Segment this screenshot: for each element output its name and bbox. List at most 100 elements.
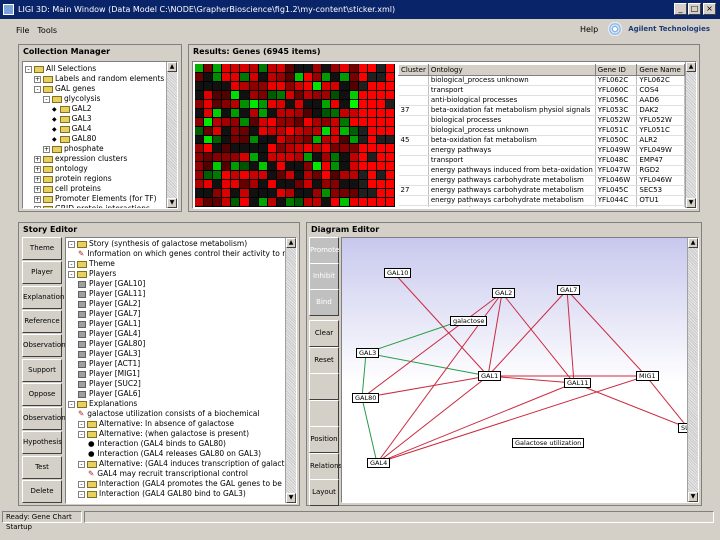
expand-toggle-icon[interactable]: - (78, 430, 85, 438)
collection-tree-item[interactable]: ◆ GAL2 (25, 104, 165, 114)
expand-toggle-icon[interactable]: - (78, 480, 85, 488)
story-tree-item[interactable]: Player [ACT1] (68, 359, 284, 369)
story-tree-item[interactable]: - Theme (68, 259, 284, 269)
story-tree-item[interactable]: - Alternative: (when galactose is present… (68, 429, 284, 439)
expression-heatmap[interactable] (195, 64, 395, 207)
table-row[interactable]: energy pathways induced from beta-oxidat… (398, 165, 685, 176)
diagram-button-relationship[interactable]: Relationship (309, 452, 353, 480)
diagram-edge[interactable] (376, 375, 647, 464)
diagram-node-gal80[interactable]: GAL80 (352, 393, 380, 403)
expand-toggle-icon[interactable]: + (34, 175, 41, 183)
diagram-node-gal[interactable]: Galactose utilization (512, 438, 585, 448)
story-button-test[interactable]: Test (22, 455, 62, 479)
story-tree-item[interactable]: Player [GAL1] (68, 319, 284, 329)
menu-file[interactable]: File (16, 26, 29, 35)
expand-toggle-icon[interactable]: + (34, 75, 41, 83)
collection-tree-item[interactable]: + GRID protein interactions (25, 204, 165, 208)
expand-toggle-icon[interactable]: - (68, 260, 75, 268)
table-row[interactable]: energy pathways carbohydrate metabolism Y… (398, 195, 685, 206)
story-scroll-up-icon[interactable]: ▲ (286, 238, 296, 248)
diagram-edge[interactable] (573, 382, 688, 429)
diagram-tab-promote[interactable]: Promote (309, 237, 339, 264)
results-column-header[interactable]: Cluster (398, 64, 429, 76)
diagram-node-gal3[interactable]: GAL3 (356, 348, 380, 358)
diagram-edge[interactable] (361, 397, 378, 464)
results-scrollbar[interactable]: ▲ ▼ (685, 62, 696, 208)
story-tree-item[interactable]: - Story (synthesis of galactose metabolis… (68, 239, 284, 249)
results-table[interactable]: Cluster Ontology Gene ID Gene Name biologica… (398, 64, 685, 207)
collection-tree-item[interactable]: + phosphate (25, 144, 165, 154)
story-tree-item[interactable]: Player [GAL10] (68, 279, 284, 289)
table-row[interactable]: energy pathwaysYFL042CYFL042C (398, 205, 685, 207)
diagram-button-reset[interactable]: Reset (309, 346, 339, 374)
story-tree-item[interactable]: Player [SUC2] (68, 379, 284, 389)
diagram-button-blank[interactable] (309, 399, 339, 427)
diagram-edge[interactable] (361, 292, 503, 399)
story-tree-item[interactable]: - Explanations (68, 399, 284, 409)
diagram-edge[interactable] (365, 320, 461, 354)
story-button-reference[interactable]: Reference (22, 309, 62, 333)
table-row[interactable]: anti-biological processes YFL056C AAD6 (398, 95, 685, 106)
diagram-tab-inhibit[interactable]: Inhibit (309, 263, 339, 290)
diagram-edge[interactable] (361, 375, 489, 399)
diagram-node-gal7[interactable]: GAL7 (557, 285, 581, 295)
scroll-down-icon[interactable]: ▼ (167, 198, 177, 208)
diagram-edge[interactable] (566, 289, 575, 384)
expand-toggle-icon[interactable]: - (68, 270, 75, 278)
diagram-button-blank[interactable] (309, 373, 339, 400)
diagram-node-mig1[interactable]: MIG1 (636, 371, 659, 381)
table-row[interactable]: biological processes YFL052W YFL052W (398, 115, 685, 126)
story-tree-item[interactable]: ● Interaction (GAL4 binds to GAL80) (68, 439, 284, 449)
diagram-scroll-up-icon[interactable]: ▲ (688, 238, 698, 248)
table-row[interactable]: transport YFL048C EMP47 (398, 155, 685, 166)
diagram-scrollbar[interactable]: ▲ ▼ (687, 238, 698, 502)
diagram-scroll-down-icon[interactable]: ▼ (688, 492, 698, 502)
story-tree-item[interactable]: ✎ galactose utilization consists of a bio… (68, 409, 284, 419)
story-button-oppose[interactable]: Oppose (22, 382, 62, 406)
story-tree-item[interactable]: ✎ GAL4 may recruit transcriptional contro… (68, 469, 284, 479)
table-row[interactable]: 27 energy pathways carbohydrate metabolis… (398, 185, 685, 196)
story-tree-item[interactable]: Player [GAL2] (68, 299, 284, 309)
expand-toggle-icon[interactable]: - (43, 95, 50, 103)
collection-tree-item[interactable]: + Promoter Elements (for TF) (25, 194, 165, 204)
diagram-button-layout[interactable]: Layout (309, 479, 339, 506)
diagram-edge[interactable] (566, 289, 647, 377)
story-tree-item[interactable]: Player [GAL3] (68, 349, 284, 359)
story-tree-item[interactable]: Player [GAL4] (68, 329, 284, 339)
story-scrollbar[interactable]: ▲ ▼ (285, 238, 296, 503)
collection-tree-item[interactable]: ◆ GAL4 (25, 124, 165, 134)
diagram-node-gal4[interactable]: GAL4 (367, 458, 391, 468)
table-row[interactable]: 45 beta-oxidation fat metabolism YFL050C AL… (398, 135, 685, 146)
close-button[interactable]: × (703, 3, 716, 15)
menu-tools[interactable]: Tools (37, 26, 57, 35)
story-button-observations[interactable]: Observations (22, 407, 69, 431)
diagram-node-gal2[interactable]: GAL2 (492, 288, 516, 298)
expand-toggle-icon[interactable]: - (68, 400, 75, 408)
table-row[interactable]: energy pathways YFL049W YFL049W (398, 145, 685, 156)
story-scroll-down-icon[interactable]: ▼ (286, 493, 296, 503)
diagram-edge[interactable] (376, 375, 489, 464)
story-tree-item[interactable]: Player [GAL7] (68, 309, 284, 319)
table-row[interactable]: biological_process unknown YFL051C YFL051C (398, 125, 685, 136)
diagram-node-gal1[interactable]: GAL1 (478, 371, 502, 381)
expand-toggle-icon[interactable]: - (34, 85, 41, 93)
expand-toggle-icon[interactable]: - (78, 420, 85, 428)
results-column-header[interactable]: Ontology (427, 64, 596, 76)
collection-tree-item[interactable]: - All Selections (25, 64, 165, 74)
minimize-button[interactable]: _ (674, 3, 687, 15)
results-scroll-down-icon[interactable]: ▼ (686, 198, 696, 208)
collection-tree-item[interactable]: + protein regions (25, 174, 165, 184)
story-tree-item[interactable]: Player [GAL11] (68, 289, 284, 299)
story-tree-item[interactable]: - Alternative: In absence of galactose (68, 419, 284, 429)
collection-tree-item[interactable]: - GAL genes (25, 84, 165, 94)
story-tree-item[interactable]: Player [GAL6] (68, 389, 284, 399)
results-column-header[interactable]: Gene ID (594, 64, 638, 76)
expand-toggle-icon[interactable]: - (78, 490, 85, 498)
expand-toggle-icon[interactable]: + (34, 155, 41, 163)
story-button-hypothesis[interactable]: Hypothesis (22, 431, 62, 455)
results-scroll-up-icon[interactable]: ▲ (686, 62, 696, 72)
story-tree-item[interactable]: - Alternative: (GAL4 induces transcriptio… (68, 459, 296, 469)
expand-toggle-icon[interactable]: + (34, 205, 41, 208)
diagram-node-gal10[interactable]: GAL10 (384, 268, 412, 278)
expand-toggle-icon[interactable]: - (68, 240, 75, 248)
